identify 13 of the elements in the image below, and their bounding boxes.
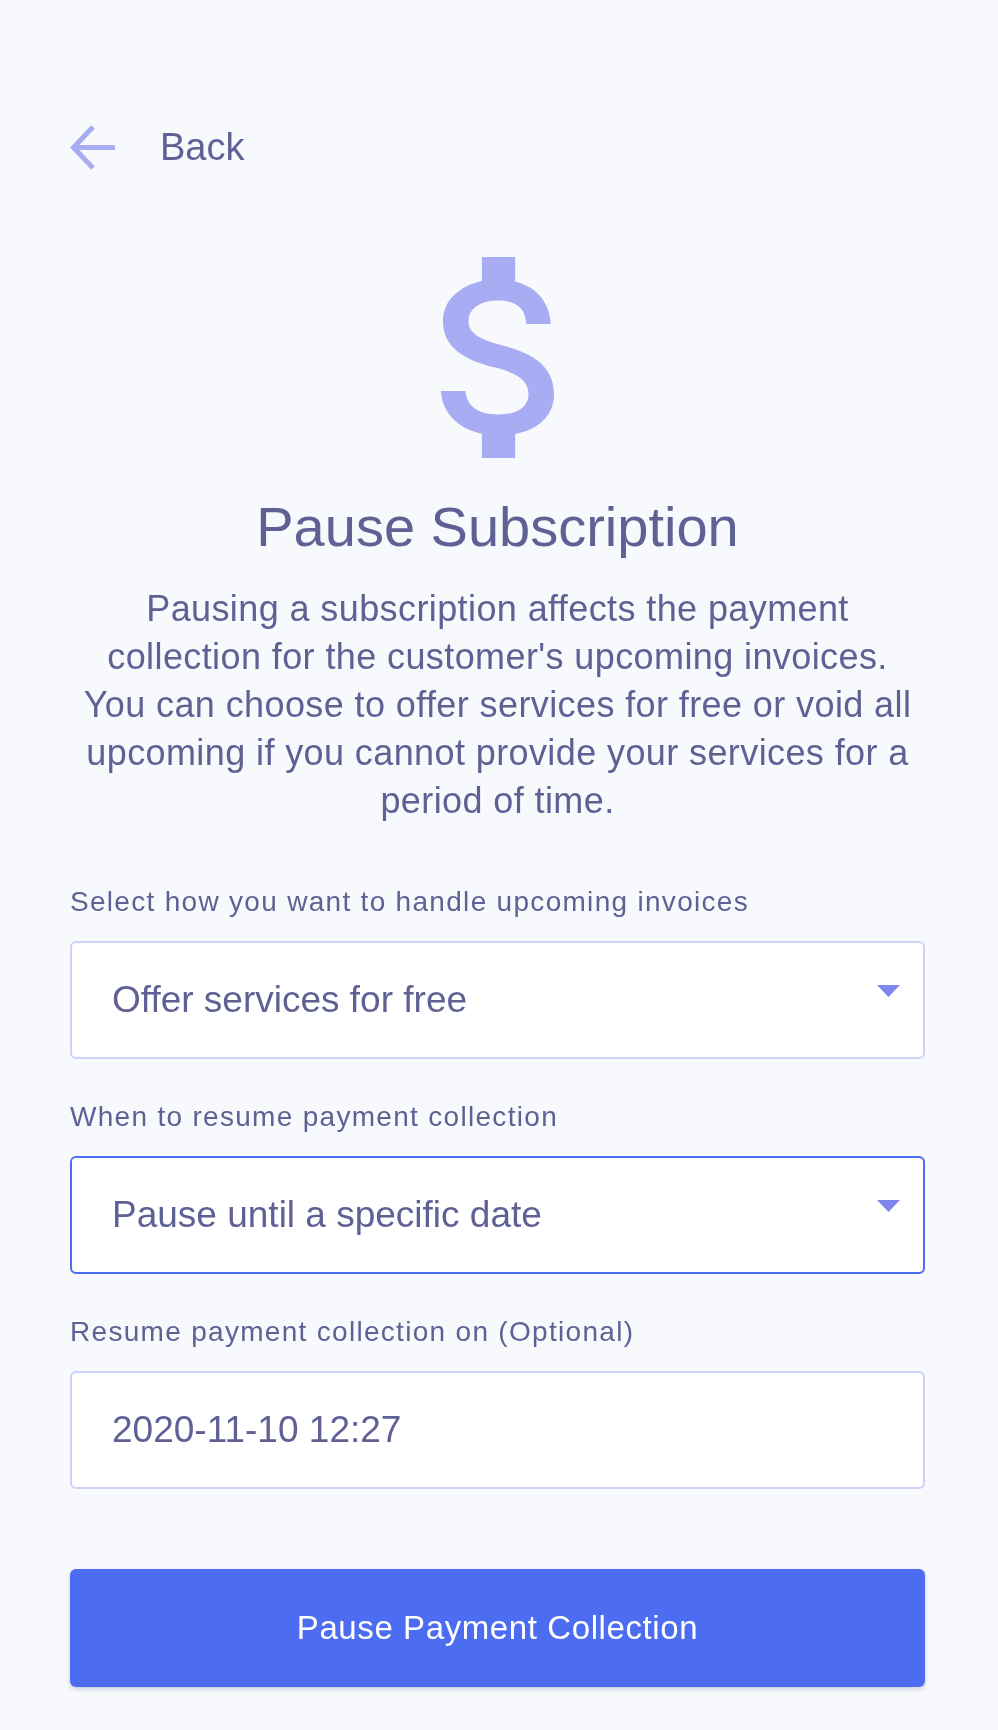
field-label: When to resume payment collection bbox=[70, 1100, 558, 1134]
field-label: Select how you want to handle upcoming invoices bbox=[70, 885, 750, 919]
dollar-icon bbox=[441, 257, 554, 458]
dropdown-select[interactable]: Pause until a specific date bbox=[70, 1156, 925, 1274]
field-label: Resume payment collection on (Optional) bbox=[70, 1315, 635, 1349]
description-text: Pausing a subscription affects the payment collection for the customer's upcoming invoices. You can choose to offer services for free or void all upcoming if you cannot provide your services for a period of time. bbox=[82, 587, 913, 823]
pause-payment-collection-button[interactable]: Pause Payment Collection bbox=[70, 1569, 925, 1687]
back-button[interactable]: Back bbox=[70, 125, 245, 170]
page-title: Pause Subscription bbox=[255, 495, 740, 559]
dropdown-select[interactable]: Offer services for free bbox=[70, 941, 925, 1059]
caret-down-icon bbox=[877, 985, 900, 997]
caret-down-icon bbox=[877, 1200, 900, 1212]
date-input-field[interactable]: 2020-11-10 12:27 bbox=[70, 1371, 925, 1489]
